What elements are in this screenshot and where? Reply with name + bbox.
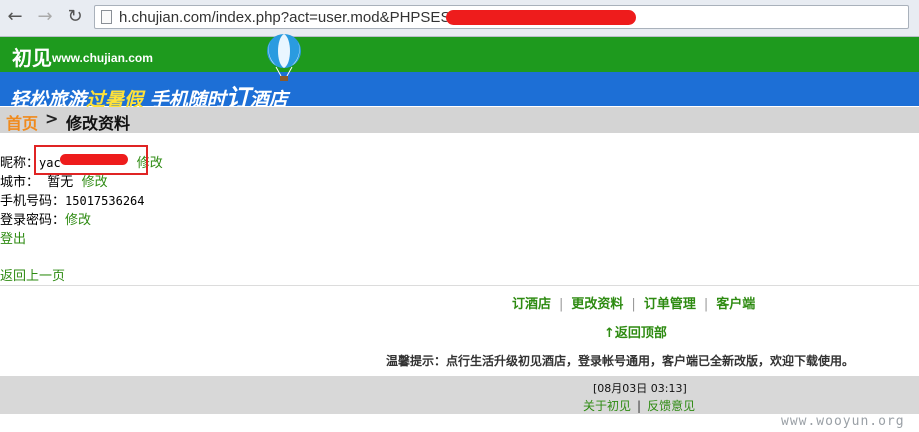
redaction-mark	[446, 10, 636, 25]
divider: |	[559, 297, 564, 312]
breadcrumb-home-link[interactable]: 首页	[6, 110, 38, 134]
breadcrumb: 首页 > 修改资料	[0, 107, 919, 133]
feedback-link[interactable]: 反馈意见	[647, 399, 695, 413]
footer-bar	[0, 376, 919, 414]
phone-row: 手机号码：15017536264	[0, 190, 145, 209]
breadcrumb-separator: >	[45, 109, 59, 128]
divider: |	[637, 399, 642, 413]
logout-link[interactable]: 登出	[0, 232, 26, 247]
footer-link-book-hotel[interactable]: 订酒店	[512, 297, 551, 312]
back-to-top: ↑返回顶部	[604, 322, 667, 341]
city-value: 暂无	[47, 175, 74, 190]
back-arrow-icon[interactable]: ←	[4, 6, 26, 28]
password-row: 登录密码：修改	[0, 209, 91, 228]
city-edit-link[interactable]: 修改	[82, 175, 108, 190]
site-logo-url: www.chujian.com	[52, 51, 153, 65]
reload-icon[interactable]: ↻	[64, 6, 86, 28]
phone-label: 手机号码：	[0, 194, 66, 209]
city-row: 城市： 暂无 修改	[0, 171, 108, 190]
site-logo[interactable]: 初见	[12, 42, 52, 71]
back-to-top-link[interactable]: ↑返回顶部	[604, 326, 667, 341]
about-links: 关于初见 | 反馈意见	[583, 397, 695, 414]
back-row: 返回上一页	[0, 265, 65, 284]
password-edit-link[interactable]: 修改	[65, 213, 91, 228]
datetime: [08月03日 03:13]	[593, 382, 687, 395]
phone-value: 15017536264	[65, 194, 145, 208]
about-link[interactable]: 关于初见	[583, 399, 631, 413]
page-title: 修改资料	[66, 114, 131, 133]
footer-link-client[interactable]: 客户端	[716, 297, 755, 312]
divider: |	[703, 297, 709, 312]
back-link[interactable]: 返回上一页	[0, 269, 65, 284]
browser-toolbar: ← → ↻ h.chujian.com/index.php?act=user.m…	[0, 0, 919, 37]
notice-text: 温馨提示：点行生活升级初见酒店，登录帐号通用，客户端已全新改版，欢迎下载使用。	[386, 354, 855, 368]
watermark: www.wooyun.org	[781, 414, 905, 429]
page-icon	[101, 10, 112, 24]
hot-air-balloon-icon	[267, 34, 301, 81]
footer-link-orders[interactable]: 订单管理	[644, 297, 696, 312]
city-label: 城市：	[0, 175, 40, 190]
logout-row: 登出	[0, 228, 26, 247]
forward-arrow-icon[interactable]: →	[34, 6, 56, 28]
footer-nav: 订酒店 | 更改资料 | 订单管理 | 客户端	[512, 293, 755, 312]
divider	[0, 285, 919, 286]
divider: |	[631, 297, 636, 312]
password-label: 登录密码：	[0, 213, 66, 228]
address-bar-url[interactable]: h.chujian.com/index.php?act=user.mod&PHP…	[119, 9, 484, 26]
footer-link-edit-profile[interactable]: 更改资料	[571, 297, 623, 312]
